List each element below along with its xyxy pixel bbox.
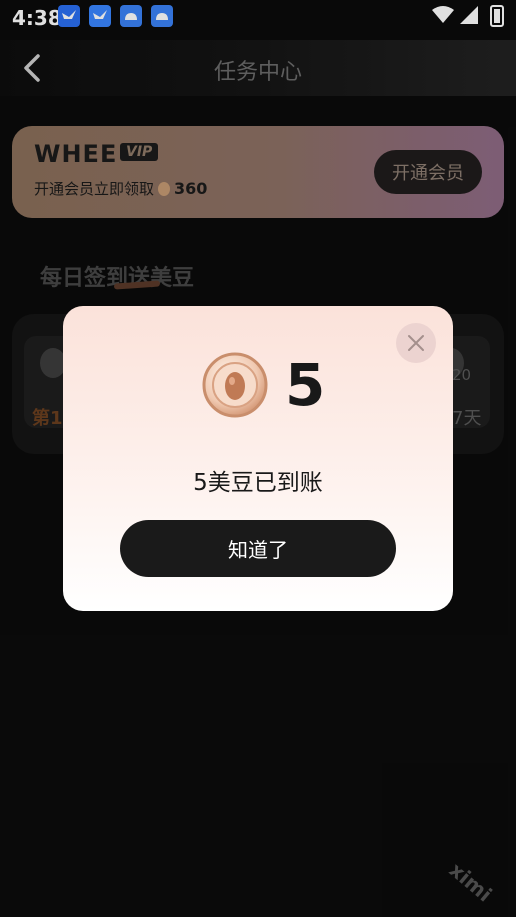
close-icon — [408, 335, 424, 351]
bean-coin-icon — [202, 352, 268, 418]
reward-message: 5美豆已到账 — [193, 470, 323, 496]
close-button[interactable] — [396, 323, 436, 363]
reward-amount: 5 — [285, 351, 326, 419]
got-it-button[interactable]: 知道了 — [120, 520, 396, 577]
reward-dialog: 5 5美豆已到账 知道了 — [63, 306, 453, 611]
task-center-screen: 4:38 任务中心 WHEE VIP 开通会员立即领取 360 开通会员 每日签… — [0, 0, 516, 917]
